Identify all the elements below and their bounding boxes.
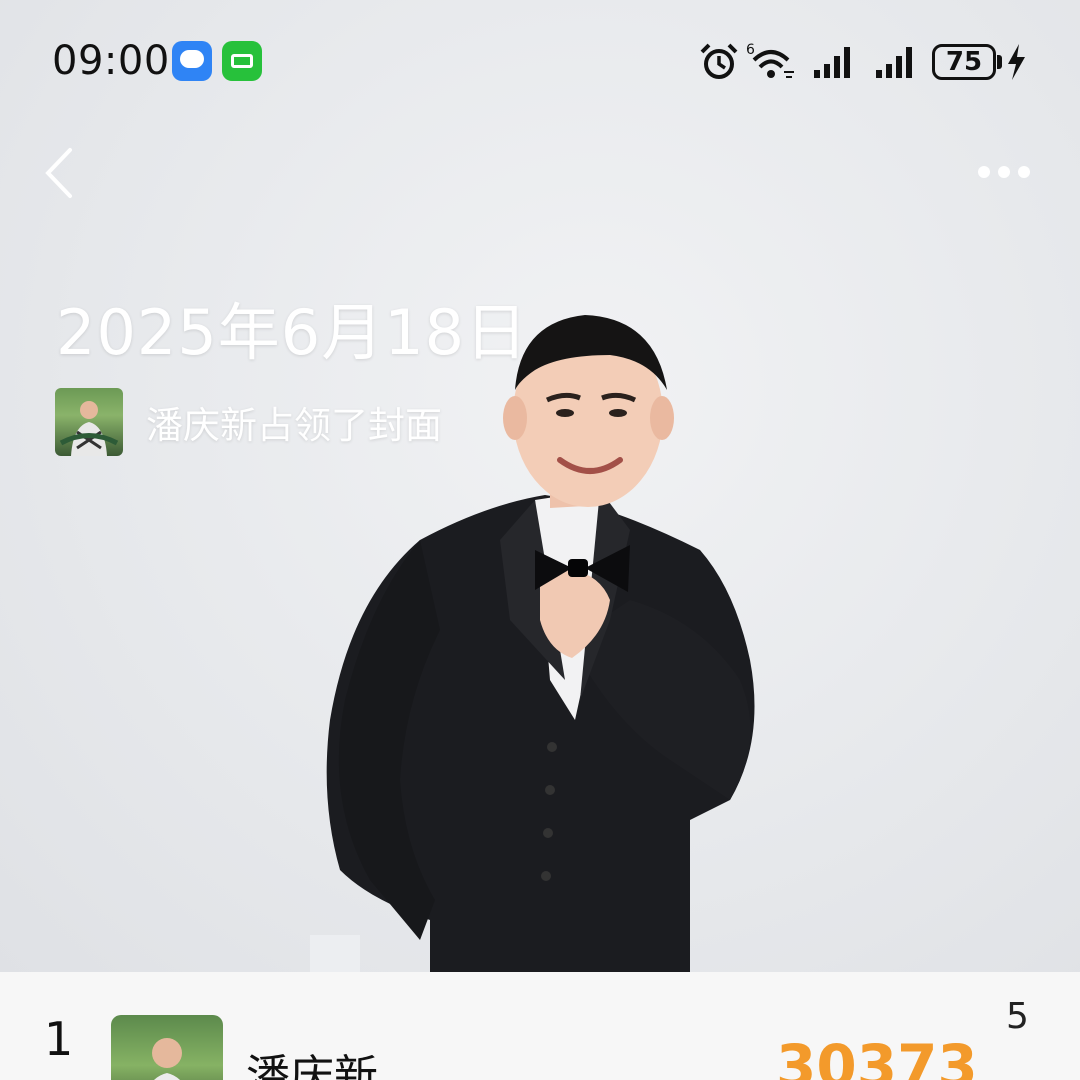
step-count: 30373	[776, 1032, 978, 1080]
cover-owner-text: 潘庆新占领了封面	[146, 404, 442, 447]
avatar[interactable]	[111, 1015, 223, 1080]
more-button[interactable]	[970, 152, 1040, 192]
cover-date: 2025年6月18日	[56, 296, 529, 369]
avatar[interactable]	[55, 388, 123, 456]
alarm-icon	[700, 43, 738, 79]
back-button[interactable]	[36, 146, 86, 200]
status-bar: 09:00 6 75	[0, 0, 1080, 120]
charging-icon	[1008, 44, 1025, 80]
cover-photo[interactable]: 09:00 6 75 2025年6月18日 潘庆新占领了封面	[0, 0, 1080, 972]
wechat-pay-icon	[222, 41, 262, 81]
message-app-icon	[172, 41, 212, 81]
chevron-left-icon	[45, 148, 72, 198]
ranking-list: 1 潘庆新 30373 5	[0, 972, 1080, 1080]
status-time: 09:00	[52, 38, 170, 84]
more-dot	[998, 166, 1010, 178]
signal-icon	[876, 47, 912, 78]
signal-icon	[814, 47, 850, 78]
battery-tip	[997, 55, 1002, 69]
more-dot	[1018, 166, 1030, 178]
like-count[interactable]: 5	[1006, 996, 1029, 1037]
more-dots-icon	[978, 166, 990, 178]
battery-icon: 75	[932, 44, 996, 80]
wifi-6-icon: 6	[746, 42, 794, 78]
rank-number: 1	[44, 1012, 74, 1066]
rank-user-name[interactable]: 潘庆新	[246, 1040, 378, 1080]
svg-text:6: 6	[746, 42, 755, 58]
cover-owner[interactable]: 潘庆新占领了封面	[55, 388, 442, 456]
